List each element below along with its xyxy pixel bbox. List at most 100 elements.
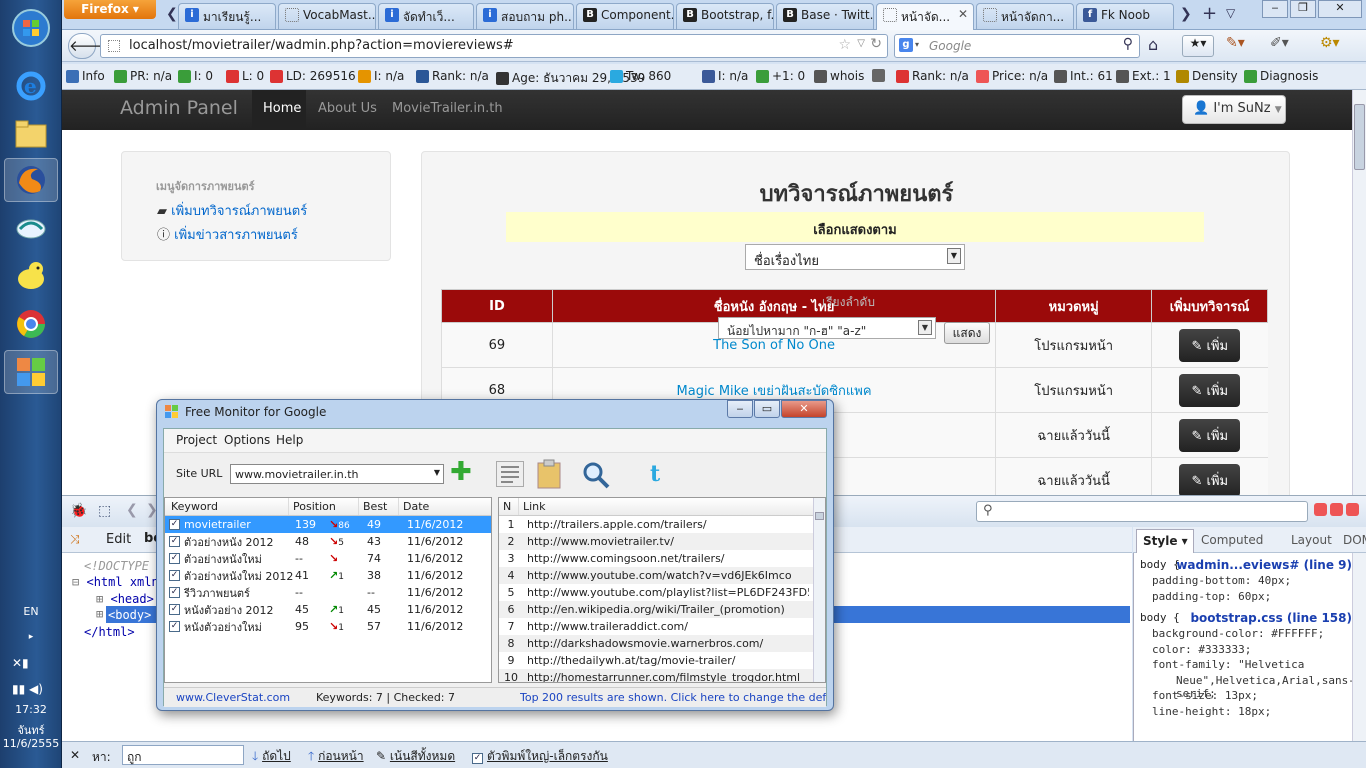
firebug-icon[interactable]: 🐞 (70, 503, 87, 519)
chrome-icon[interactable] (4, 302, 58, 346)
find-close-icon[interactable]: ✕ (70, 748, 80, 762)
filter-select[interactable]: ชื่อเรื่องไทย ▼ (745, 244, 965, 270)
keyword-checkbox[interactable]: ✓ (169, 587, 180, 598)
clock-time[interactable]: 17:32 (0, 703, 62, 716)
status-hint-link[interactable]: Top 200 results are shown. Click here to… (520, 691, 826, 704)
keyword-checkbox[interactable]: ✓ (169, 621, 180, 632)
keyword-checkbox[interactable]: ✓ (169, 570, 180, 581)
add-site-icon[interactable]: ✚ (450, 459, 472, 485)
browser-tab-6[interactable]: B Bootstrap, f... (676, 3, 774, 29)
keyword-row[interactable]: ✓ หนังตัวอย่างใหม่ 95 ↘1 57 11/6/2012 (165, 618, 491, 635)
browser-tab-7[interactable]: B Base · Twitt... (776, 3, 874, 29)
col-category[interactable]: หมวดหมู่ (995, 289, 1153, 323)
css-property[interactable]: font-size: 13px; (1152, 689, 1258, 702)
report-icon[interactable] (496, 461, 524, 487)
keyword-row[interactable]: ✓ ตัวอย่างหนังใหม่ 2012 41 ↗1 38 11/6/2012 (165, 567, 491, 584)
css-property[interactable]: padding-bottom: 40px; (1152, 574, 1291, 587)
add-review-button[interactable]: ✎ เพิ่ม (1179, 418, 1241, 452)
keyword-row[interactable]: ✓ ตัวอย่างหนังใหม่ -- ↘ 74 11/6/2012 (165, 550, 491, 567)
highlight-all-button[interactable]: ✎ เน้นสีทั้งหมด (376, 747, 455, 766)
popup-maximize-icon[interactable]: ▭ (754, 400, 780, 418)
browser-tab-9[interactable]: หน้าจัดกา... (976, 3, 1074, 29)
show-hidden-icons-icon[interactable]: ▸ (0, 632, 62, 642)
fb-edit-button[interactable]: Edit (106, 532, 131, 547)
find-prev-button[interactable]: 🡑 ก่อนหน้า (308, 747, 364, 768)
close-window-icon[interactable]: ✕ (1318, 0, 1362, 18)
cleverstat-link[interactable]: www.CleverStat.com (176, 691, 290, 704)
seo-item-18[interactable]: Density (1176, 69, 1238, 83)
keyword-row[interactable]: ✓ movietrailer 139 ↘86 49 11/6/2012 (165, 516, 491, 533)
page-scrollbar[interactable] (1352, 90, 1366, 495)
addon-1-icon[interactable]: ✎▾ (1226, 35, 1260, 57)
add-review-button[interactable]: ✎ เพิ่ม (1179, 328, 1241, 362)
keyword-checkbox[interactable]: ✓ (169, 604, 180, 615)
sidebar-link-add-review[interactable]: ▰ เพิ่มบทวิจารณ์ภาพยนตร์ (157, 200, 307, 221)
seo-item-7[interactable]: Rank: n/a (416, 69, 489, 83)
keyword-checkbox[interactable]: ✓ (169, 536, 180, 547)
link-row[interactable]: 6 http://en.wikipedia.org/wiki/Trailer_(p… (499, 601, 825, 618)
tab-style[interactable]: Style ▾ (1136, 529, 1194, 553)
fb-html-icon[interactable]: ⤨ (70, 532, 80, 547)
nav-about[interactable]: About Us (318, 101, 377, 116)
close-tab-icon[interactable]: ✕ (958, 7, 968, 21)
css-selector[interactable]: body { (1140, 611, 1180, 624)
browser-tab-1[interactable]: i มาเรียนรู้... (178, 3, 276, 29)
fb-back-icon[interactable]: ❮ (126, 502, 138, 518)
css-source-link[interactable]: bootstrap.css (line 158) (1190, 611, 1352, 625)
add-review-button[interactable]: ✎ เพิ่ม (1179, 373, 1241, 407)
browser-tab-10[interactable]: f Fk Noob (1076, 3, 1174, 29)
firebug-search-input[interactable]: ⚲ (976, 501, 1308, 522)
browser-tab-3[interactable]: i จัดทำเว็... (378, 3, 474, 29)
kw-col-best[interactable]: Best (359, 498, 399, 515)
browser-tab-2[interactable]: VocabMast... (278, 3, 376, 29)
css-property[interactable]: background-color: #FFFFFF; (1152, 627, 1324, 640)
url-bar[interactable]: localhost/movietrailer/wadmin.php?action… (100, 34, 888, 58)
seo-item-2[interactable]: PR: n/a (114, 69, 172, 83)
addon-3-icon[interactable]: ⚙▾ (1320, 35, 1354, 57)
seo-item-16[interactable]: Int.: 61 (1054, 69, 1113, 83)
css-source-link[interactable]: wadmin...eviews# (line 9) (1176, 558, 1352, 572)
browser-tab-4[interactable]: i สอบถาม ph... (476, 3, 574, 29)
fb-close-icon[interactable] (1346, 503, 1359, 516)
links-scrollbar[interactable] (813, 498, 825, 682)
home-icon[interactable]: ⌂ (1148, 35, 1158, 54)
kw-col-position[interactable]: Position (289, 498, 359, 515)
kw-col-date[interactable]: Date (399, 498, 489, 515)
seo-item-13[interactable] (872, 69, 888, 82)
volume-icon[interactable]: ▮▮ ◀) (12, 682, 43, 696)
tab-scroll-right-icon[interactable]: ❯ (1180, 6, 1192, 22)
language-indicator[interactable]: EN (0, 605, 62, 618)
links-scroll-thumb[interactable] (815, 512, 824, 520)
link-row[interactable]: 4 http://www.youtube.com/watch?v=vd6JEk6I… (499, 567, 825, 584)
browser-tab-5[interactable]: B Component... (576, 3, 674, 29)
menu-help[interactable]: Help (276, 433, 303, 447)
link-row[interactable]: 5 http://www.youtube.com/playlist?list=PL… (499, 584, 825, 601)
keyword-row[interactable]: ✓ หนังตัวอย่าง 2012 45 ↗1 45 11/6/2012 (165, 601, 491, 618)
firefox-menu-button[interactable]: Firefox ▾ (64, 0, 156, 19)
reload-icon[interactable]: ↻ (870, 36, 882, 52)
google-icon[interactable]: g (899, 38, 913, 52)
keyword-checkbox[interactable]: ✓ (169, 553, 180, 564)
free-monitor-icon[interactable] (4, 350, 58, 394)
search-icon[interactable]: ⚲ (1123, 36, 1133, 52)
clipboard-icon[interactable] (536, 459, 562, 489)
seo-item-11[interactable]: +1: 0 (756, 69, 805, 83)
head-node[interactable]: ⊞ <head> (96, 592, 154, 606)
brand-link[interactable]: Admin Panel (120, 97, 238, 119)
sidebar-link-add-news[interactable]: ⓘ เพิ่มข่าวสารภาพยนตร์ (157, 224, 298, 245)
back-button[interactable]: 🡐 (68, 33, 109, 59)
keyword-row[interactable]: ✓ ตัวอย่างหนัง 2012 48 ↘5 43 11/6/2012 (165, 533, 491, 550)
tab-layout[interactable]: Layout (1291, 533, 1332, 547)
find-next-button[interactable]: 🡓 ถัดไป (252, 747, 291, 768)
seo-item-9[interactable]: Tw: 860 (610, 69, 671, 83)
fb-minimize-icon[interactable] (1314, 503, 1327, 516)
tab-scroll-left-icon[interactable]: ❮ (166, 6, 178, 22)
seo-item-1[interactable]: Info (66, 69, 105, 83)
magnifier-icon[interactable] (582, 461, 610, 489)
nav-home[interactable]: Home (263, 101, 301, 116)
seo-item-17[interactable]: Ext.: 1 (1116, 69, 1171, 83)
minimize-icon[interactable]: ‒ (1262, 0, 1288, 18)
sort-select[interactable]: น้อยไปหามาก "ก-ฮ" "a-z" ▼ (718, 317, 936, 339)
body-expander-icon[interactable]: ⊞ (96, 607, 103, 621)
menu-options[interactable]: Options (224, 433, 270, 447)
